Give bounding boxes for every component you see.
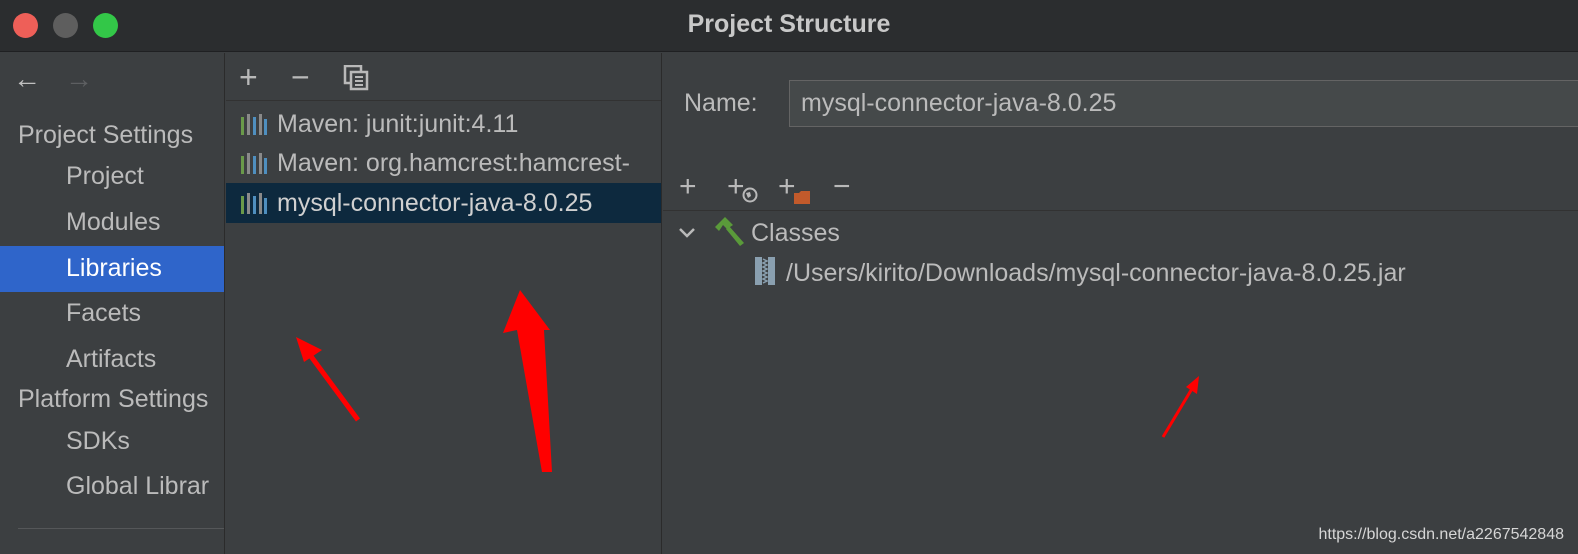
- copy-library-icon[interactable]: [343, 65, 369, 91]
- sidebar-item-modules[interactable]: Modules: [0, 200, 224, 246]
- library-bars-icon: [241, 114, 267, 135]
- sidebar-item-artifacts[interactable]: Artifacts: [0, 337, 224, 383]
- classes-node[interactable]: Classes: [751, 213, 840, 253]
- library-bars-icon: [241, 193, 267, 214]
- plus-icon: +: [679, 170, 697, 203]
- platform-settings-header: Platform Settings: [18, 385, 209, 413]
- sidebar-item-libraries[interactable]: Libraries: [0, 246, 224, 292]
- library-label: Maven: org.hamcrest:hamcrest-: [277, 149, 630, 177]
- minus-icon: −: [833, 170, 851, 203]
- settings-sidebar: ← → Project Settings Project Modules Lib…: [0, 53, 225, 554]
- classes-toolbar: + + + −: [663, 165, 1578, 211]
- sidebar-item-global-libraries[interactable]: Global Librar: [0, 464, 224, 510]
- library-row-junit[interactable]: Maven: junit:junit:4.11: [226, 104, 661, 144]
- hammer-icon: [715, 217, 744, 246]
- globe-icon: [742, 187, 758, 203]
- remove-root-button[interactable]: −: [831, 169, 871, 207]
- forward-arrow-icon[interactable]: →: [65, 65, 93, 93]
- library-label: Maven: junit:junit:4.11: [277, 110, 519, 138]
- project-settings-header: Project Settings: [18, 121, 194, 149]
- add-url-button[interactable]: +: [725, 169, 765, 207]
- back-arrow-icon[interactable]: ←: [13, 65, 41, 93]
- library-detail-panel: Name: + + + −: [663, 53, 1578, 554]
- name-label: Name:: [684, 89, 758, 117]
- sidebar-divider: [18, 528, 224, 529]
- plus-icon: +: [778, 170, 796, 203]
- sidebar-item-project[interactable]: Project: [0, 154, 224, 200]
- window-title: Project Structure: [687, 10, 891, 38]
- sidebar-item-facets[interactable]: Facets: [0, 291, 224, 337]
- library-row-mysql-connector[interactable]: mysql-connector-java-8.0.25: [226, 183, 661, 223]
- title-bar: Project Structure: [0, 0, 1578, 52]
- project-structure-window: Project Structure ← → Project Settings P…: [0, 0, 1578, 554]
- libraries-toolbar: + −: [226, 53, 661, 101]
- add-root-button[interactable]: +: [677, 169, 717, 207]
- watermark: https://blog.csdn.net/a2267542848: [1318, 526, 1564, 543]
- add-library-button[interactable]: +: [239, 59, 258, 95]
- jar-file-icon: [755, 257, 775, 285]
- library-name-input[interactable]: [789, 80, 1578, 127]
- library-label: mysql-connector-java-8.0.25: [277, 189, 593, 217]
- library-row-hamcrest[interactable]: Maven: org.hamcrest:hamcrest-: [226, 143, 661, 183]
- add-folder-button[interactable]: +: [776, 169, 816, 207]
- library-bars-icon: [241, 153, 267, 174]
- chevron-down-icon[interactable]: [677, 223, 697, 243]
- libraries-panel: + − Maven: junit:junit:4.11 Maven: org.h…: [226, 53, 662, 554]
- folder-icon: [794, 191, 810, 204]
- remove-library-button[interactable]: −: [291, 59, 310, 95]
- jar-path-node[interactable]: /Users/kirito/Downloads/mysql-connector-…: [786, 253, 1406, 293]
- sidebar-item-sdks[interactable]: SDKs: [0, 419, 224, 465]
